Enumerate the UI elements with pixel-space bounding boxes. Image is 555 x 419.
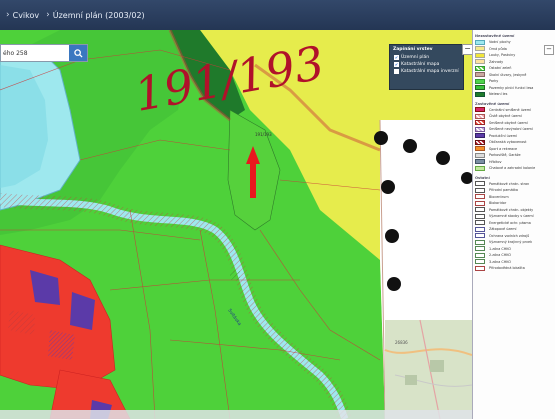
legend-item: Nelesní les — [473, 91, 555, 98]
legend-swatch — [475, 246, 485, 252]
layer-label: Katastrální mapa inverzní — [401, 69, 459, 74]
legend-swatch — [475, 139, 485, 145]
legend-swatch — [475, 187, 485, 193]
legend-item-label: Sport a rekreace — [489, 146, 518, 151]
legend-item-label: Přírodovědná lokalita — [489, 266, 525, 271]
legend-item-label: Zahrady — [489, 59, 504, 64]
legend-swatch — [475, 252, 485, 258]
legend-item-label: Ochrana vodních zdrojů — [489, 233, 530, 238]
legend-item-label: Energetické ochr. pásma — [489, 220, 531, 225]
legend-item-label: Skalní útvary, Jeskyně — [489, 72, 527, 77]
legend-item-label: Přírodní památka — [489, 188, 518, 193]
legend-item-label: Významný krajinný prvek — [489, 240, 533, 245]
legend-swatch — [475, 194, 485, 200]
legend-section-title: Ostatní — [475, 175, 490, 180]
legend-item-label: Ostatní zeleň — [489, 66, 512, 71]
legend-swatch — [475, 226, 485, 232]
legend-swatch — [475, 78, 485, 84]
legend-swatch — [475, 181, 485, 187]
legend-swatch — [475, 152, 485, 158]
legend-swatch — [475, 265, 485, 271]
legend-swatch — [475, 239, 485, 245]
legend-body: Nezastavěné území Vodní plochy Orná půda Lo… — [473, 32, 555, 272]
legend-item-label: Louky, Pastviny — [489, 53, 516, 58]
legend-swatch — [475, 59, 485, 65]
legend-swatch — [475, 72, 485, 78]
legend-item-label: 2.zóna CHKO — [489, 253, 512, 258]
layer-switcher-panel: Zapínání vrstev ✔ Územní plán ✔ Katastrá… — [389, 44, 473, 90]
legend-swatch — [475, 213, 485, 219]
legend-swatch — [475, 165, 485, 171]
legend-item-label: Biocentrum — [489, 194, 509, 199]
legend-swatch — [475, 113, 485, 119]
legend-item-label: Hřbitov — [489, 159, 502, 164]
layer-label: Katastrální mapa — [401, 62, 440, 67]
chevron-right-icon: › — [46, 10, 50, 20]
legend-item: Chatové a zahradní kolonie — [473, 165, 555, 172]
legend-item-label: Památkové chrán. stran — [489, 181, 530, 186]
legend-item-label: Nelesní les — [489, 92, 508, 97]
address-search — [0, 44, 88, 62]
legend-item-label: 1.zóna CHKO — [489, 246, 512, 251]
parcel-label: 191/193 — [255, 132, 272, 137]
legend-item-label: Zátopové území — [489, 227, 517, 232]
breadcrumb-item-plan[interactable]: Územní plán (2003/02) — [53, 11, 145, 20]
legend-swatch — [475, 133, 485, 139]
legend-swatch — [475, 259, 485, 265]
map-legend: − Nezastavěné území Vodní plochy Orná půda… — [472, 30, 555, 419]
minimap-label: 26836 — [395, 340, 408, 345]
legend-swatch — [475, 159, 485, 165]
legend-swatch — [475, 120, 485, 126]
breadcrumb: › Cvikov › Územní plán (2003/02) — [6, 10, 145, 20]
search-icon — [73, 48, 83, 58]
checkbox-unchecked-icon[interactable] — [394, 69, 399, 74]
collapse-legend-button[interactable]: − — [544, 45, 554, 55]
layer-panel-title: Zapínání vrstev — [393, 47, 433, 52]
checkbox-checked-icon[interactable]: ✔ — [394, 55, 399, 60]
legend-swatch — [475, 146, 485, 152]
legend-item-label: Smíšené nevýrobní území — [489, 127, 533, 132]
legend-swatch — [475, 233, 485, 239]
search-button[interactable] — [69, 45, 87, 61]
legend-swatch — [475, 91, 485, 97]
chevron-right-icon: › — [6, 10, 10, 20]
legend-item-label: Centrální smíšené území — [489, 107, 531, 112]
legend-swatch — [475, 39, 485, 45]
legend-item-label: Produkční území — [489, 133, 517, 138]
legend-section-title: Nezastavěné území — [475, 34, 515, 38]
legend-item-label: Pozemky plnící funkci lesa — [489, 85, 534, 90]
legend-item-label: Vodní plochy — [489, 40, 511, 45]
search-input[interactable] — [1, 45, 69, 61]
legend-item-label: Čistě obytné území — [489, 114, 522, 119]
legend-swatch — [475, 207, 485, 213]
legend-swatch — [475, 65, 485, 71]
legend-item-label: Orná půda — [489, 46, 507, 51]
legend-item-label: Smíšené obytné území — [489, 120, 528, 125]
legend-item: Přírodovědná lokalita — [473, 265, 555, 272]
legend-swatch — [475, 200, 485, 206]
checkbox-checked-icon[interactable]: ✔ — [394, 62, 399, 67]
legend-item-label: Chatové a zahradní kolonie — [489, 166, 536, 171]
layer-label: Územní plán — [401, 55, 430, 60]
legend-swatch — [475, 107, 485, 113]
top-bar: › Cvikov › Územní plán (2003/02) — [0, 0, 555, 30]
layer-toggle-cadastral-inverse[interactable]: Katastrální mapa inverzní — [390, 68, 463, 75]
legend-swatch — [475, 46, 485, 52]
legend-item-label: Biokoridor — [489, 201, 507, 206]
legend-swatch — [475, 126, 485, 132]
legend-item-label: Památkové chrán. objekty — [489, 207, 534, 212]
legend-item-label: Parkoviště, Garáže — [489, 153, 521, 158]
legend-swatch — [475, 85, 485, 91]
layer-toggle-zoning[interactable]: ✔ Územní plán — [390, 54, 463, 61]
legend-item-label: 3.zóna CHKO — [489, 259, 512, 264]
layer-toggle-cadastral[interactable]: ✔ Katastrální mapa — [390, 61, 463, 68]
legend-item-label: Parky — [489, 79, 499, 84]
legend-swatch — [475, 52, 485, 58]
breadcrumb-item-town[interactable]: Cvikov — [13, 11, 40, 20]
legend-swatch — [475, 220, 485, 226]
legend-item-label: Významné stavby v území — [489, 214, 534, 219]
legend-item-label: Občanská vybavenost — [489, 140, 527, 145]
legend-section-title: Zastavěné území — [475, 101, 510, 106]
